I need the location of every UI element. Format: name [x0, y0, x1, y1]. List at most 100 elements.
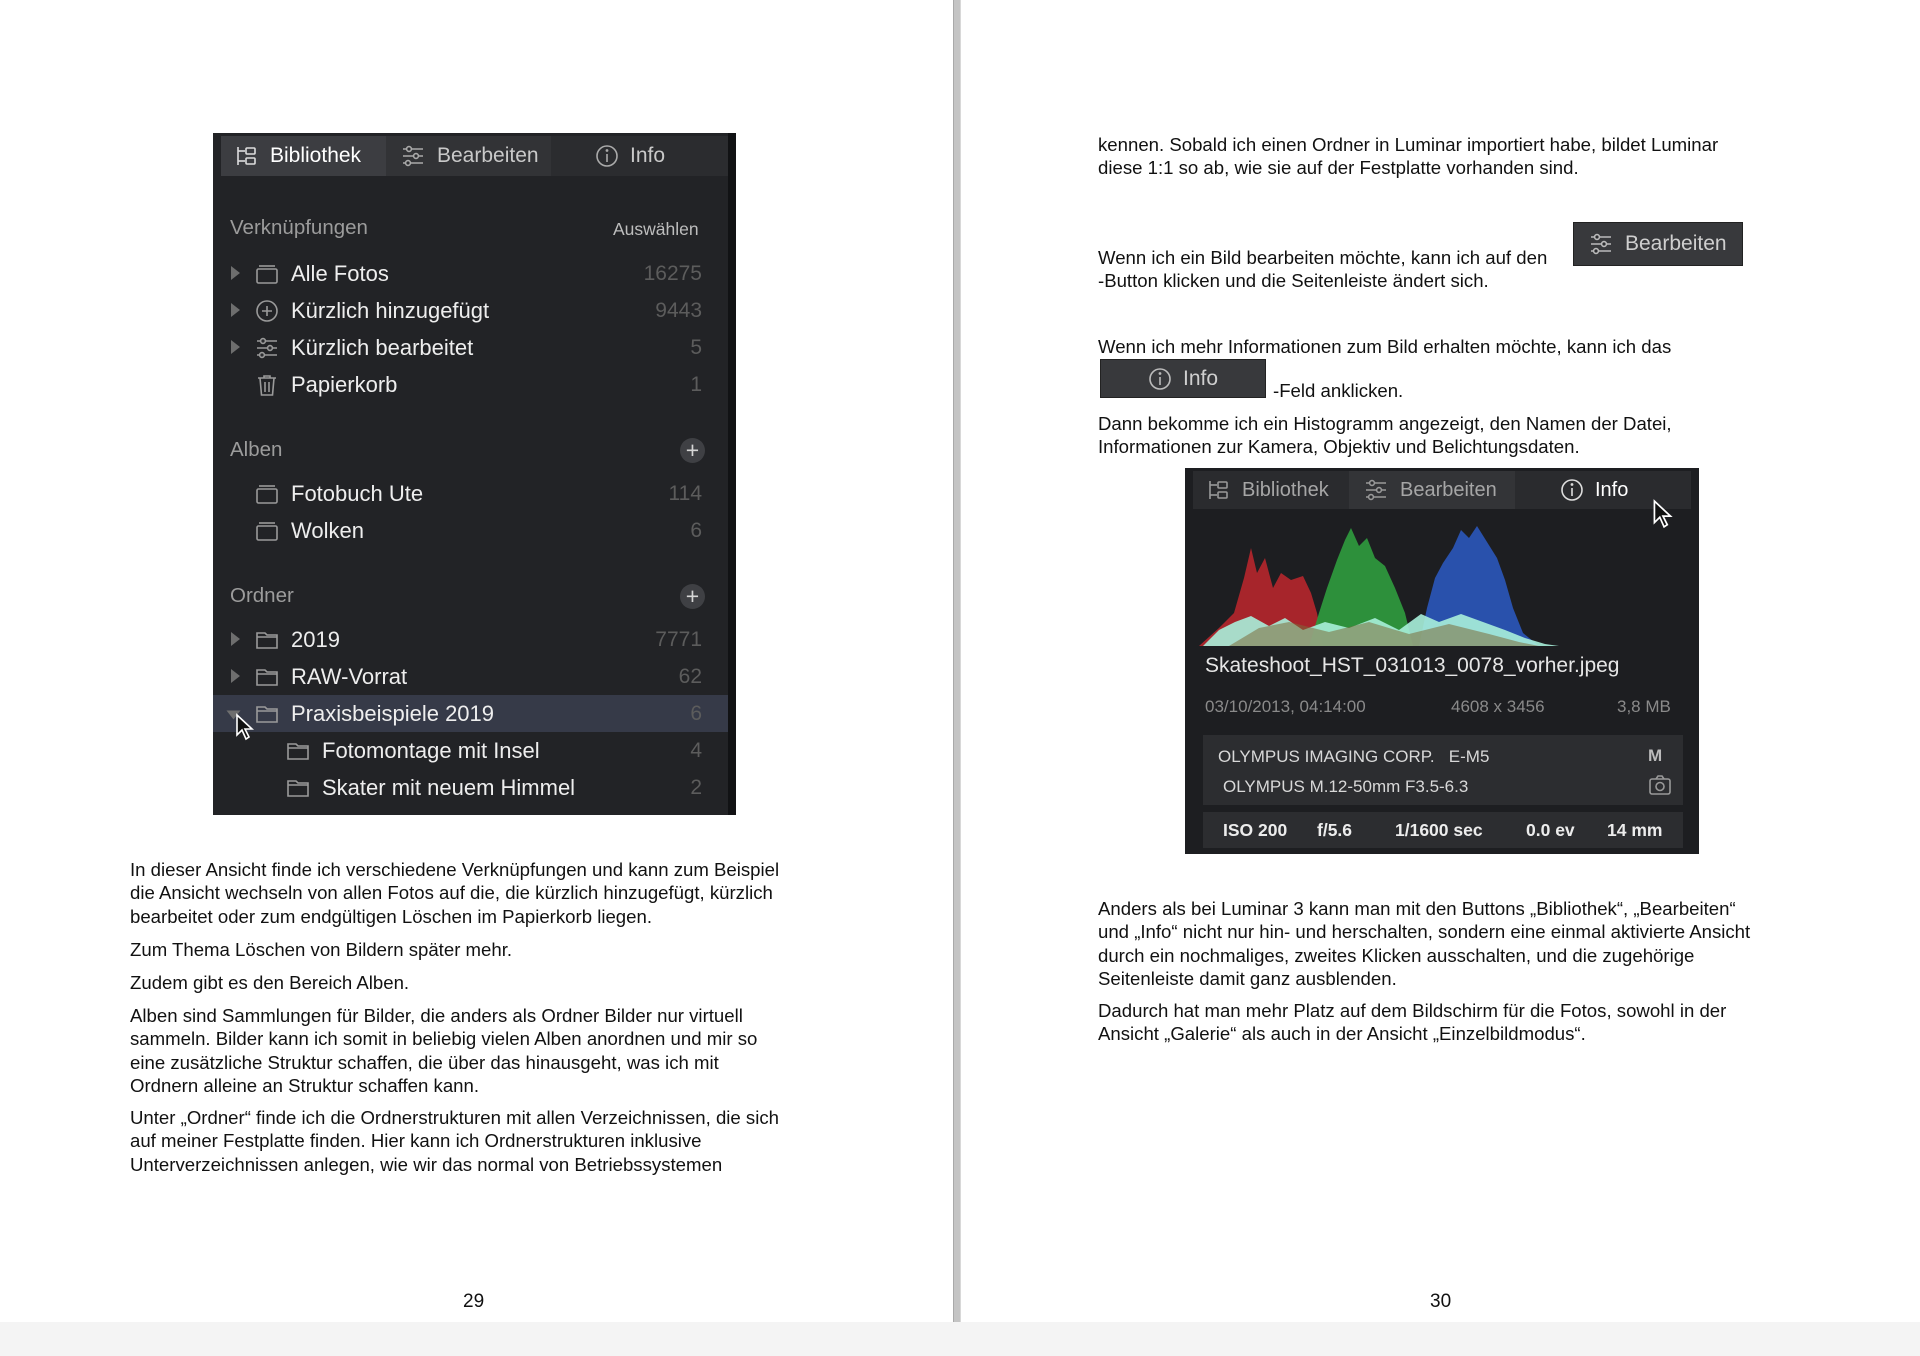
- camera-info-box: OLYMPUS IMAGING CORP. E-M5 OLYMPUS M.12-…: [1203, 735, 1683, 805]
- add-folder-button[interactable]: +: [680, 584, 705, 609]
- info-tab-bar: Bibliothek Bearbeiten Info: [1193, 471, 1691, 509]
- album-icon: [255, 482, 279, 506]
- text-paragraph: In dieser Ansicht finde ich verschiedene…: [130, 859, 780, 927]
- text-paragraph: kennen. Sobald ich einen Ordner in Lumin…: [1098, 134, 1719, 179]
- folder-row[interactable]: RAW-Vorrat 62: [213, 658, 728, 695]
- library-icon: [1207, 478, 1231, 502]
- page-number: 30: [1430, 1291, 1452, 1312]
- library-icon: [235, 144, 259, 168]
- folder-icon: [286, 739, 310, 763]
- mouse-cursor-icon: [1653, 499, 1673, 529]
- folder-icon: [255, 702, 279, 726]
- sliders-icon: [254, 336, 280, 360]
- info-icon: [1148, 367, 1172, 391]
- shortcut-row-trash[interactable]: Papierkorb 1: [213, 366, 728, 403]
- tab-info[interactable]: Info: [551, 136, 728, 176]
- page-number: 29: [463, 1291, 485, 1312]
- row-label: Kürzlich bearbeitet: [291, 335, 474, 360]
- shortcut-row-recently-edited[interactable]: Kürzlich bearbeitet 5: [213, 329, 728, 366]
- inline-edit-button[interactable]: Bearbeiten: [1573, 222, 1743, 266]
- sliders-icon: [400, 144, 426, 168]
- album-row[interactable]: Wolken 6: [213, 512, 728, 549]
- file-size: 3,8 MB: [1617, 697, 1671, 716]
- folder-row-selected[interactable]: Praxisbeispiele 2019 6: [213, 695, 728, 732]
- row-count: 5: [690, 336, 702, 359]
- expand-caret[interactable]: [231, 669, 240, 683]
- aperture-value: f/5.6: [1317, 820, 1353, 840]
- shortcut-row-recently-added[interactable]: Kürzlich hinzugefügt 9443: [213, 292, 728, 329]
- histogram: [1199, 526, 1559, 646]
- text-paragraph: Zudem gibt es den Bereich Alben.: [130, 972, 410, 993]
- row-label: Skater mit neuem Himmel: [322, 775, 576, 800]
- plus-circle-icon: [255, 299, 279, 323]
- row-label: Fotomontage mit Insel: [322, 738, 540, 763]
- expand-caret[interactable]: [231, 266, 240, 280]
- folder-icon: [286, 776, 310, 800]
- page-right: kennen. Sobald ich einen Ordner in Lumin…: [961, 0, 1920, 1356]
- albums-heading: Alben: [230, 438, 283, 461]
- text-paragraph: Zum Thema Löschen von Bildern später meh…: [130, 939, 513, 960]
- ev-value: 0.0 ev: [1526, 820, 1575, 840]
- row-count: 16275: [643, 262, 702, 285]
- text-paragraph: Wenn ich mehr Informationen zum Bild erh…: [1098, 336, 1672, 357]
- text-fragment: -Feld anklicken.: [1273, 380, 1404, 401]
- viewer-bottom-band: [0, 1322, 1920, 1356]
- folder-row[interactable]: Skater mit neuem Himmel 2: [213, 769, 728, 806]
- row-label: Praxisbeispiele 2019: [291, 701, 495, 726]
- file-name: Skateshoot_HST_031013_0078_vorher.jpeg: [1205, 654, 1620, 677]
- lens-model: OLYMPUS M.12-50mm F3.5-6.3: [1223, 777, 1469, 796]
- camera-icon: [1647, 773, 1673, 797]
- expand-caret[interactable]: [231, 303, 240, 317]
- page-left: Bibliothek Bearbeiten Info Verknüpfungen…: [0, 0, 953, 1356]
- folders-heading: Ordner: [230, 584, 294, 607]
- select-button[interactable]: Auswählen: [613, 219, 699, 240]
- mouse-cursor-icon: [236, 713, 255, 741]
- add-album-button[interactable]: +: [680, 438, 705, 463]
- camera-model: OLYMPUS IMAGING CORP. E-M5: [1218, 747, 1490, 766]
- row-label: Fotobuch Ute: [291, 481, 424, 506]
- file-dimensions: 4608 x 3456: [1451, 697, 1545, 716]
- folder-row[interactable]: Fotomontage mit Insel 4: [213, 732, 728, 769]
- tab-bibliothek[interactable]: Bibliothek: [1193, 471, 1349, 509]
- tab-bearbeiten[interactable]: Bearbeiten: [1349, 471, 1515, 509]
- text-paragraph: Anders als bei Luminar 3 kann man mit de…: [1098, 898, 1751, 989]
- folder-row[interactable]: 2019 7771: [213, 621, 728, 658]
- row-count: 7771: [655, 628, 702, 651]
- expand-caret[interactable]: [231, 632, 240, 646]
- iso-value: ISO 200: [1223, 820, 1288, 840]
- row-count: 6: [690, 519, 702, 542]
- album-icon: [255, 519, 279, 543]
- sliders-icon: [1588, 232, 1614, 256]
- info-icon: [1560, 478, 1584, 502]
- album-row[interactable]: Fotobuch Ute 114: [213, 475, 728, 512]
- shortcuts-heading: Verknüpfungen: [230, 216, 368, 239]
- trash-icon: [255, 373, 279, 397]
- inline-info-button[interactable]: Info: [1100, 359, 1266, 398]
- row-label: Kürzlich hinzugefügt: [291, 298, 490, 323]
- text-paragraph: Wenn ich ein Bild bearbeiten möchte, kan…: [1098, 247, 1548, 292]
- info-icon: [595, 144, 619, 168]
- text-paragraph: Alben sind Sammlungen für Bilder, die an…: [130, 1005, 758, 1096]
- expand-caret[interactable]: [231, 340, 240, 354]
- row-label: Papierkorb: [291, 372, 398, 397]
- row-count: 1: [690, 373, 702, 396]
- file-date: 03/10/2013, 04:14:00: [1205, 697, 1366, 716]
- library-panel-screenshot: Bibliothek Bearbeiten Info Verknüpfungen…: [213, 133, 736, 815]
- exposure-mode: M: [1648, 746, 1663, 765]
- focal-length-value: 14 mm: [1607, 820, 1663, 840]
- tab-bearbeiten[interactable]: Bearbeiten: [386, 136, 551, 176]
- exposure-bar: ISO 200 f/5.6 1/1600 sec 0.0 ev 14 mm: [1203, 812, 1683, 848]
- row-count: 4: [690, 739, 702, 762]
- info-panel-screenshot: Bibliothek Bearbeiten Info Skateshoot_HS…: [1185, 468, 1699, 854]
- book-gutter: [953, 0, 961, 1356]
- folder-icon: [255, 628, 279, 652]
- row-count: 6: [690, 702, 702, 725]
- folder-icon: [255, 665, 279, 689]
- photos-stack-icon: [255, 262, 279, 286]
- tab-bibliothek[interactable]: Bibliothek: [221, 136, 386, 176]
- shortcut-row-all-photos[interactable]: Alle Fotos 16275: [213, 255, 728, 292]
- text-paragraph: Unter „Ordner“ finde ich die Ordnerstruk…: [130, 1107, 780, 1175]
- text-paragraph: Dann bekomme ich ein Histogramm angezeig…: [1098, 413, 1672, 458]
- shutter-value: 1/1600 sec: [1395, 820, 1483, 840]
- row-count: 62: [678, 665, 702, 688]
